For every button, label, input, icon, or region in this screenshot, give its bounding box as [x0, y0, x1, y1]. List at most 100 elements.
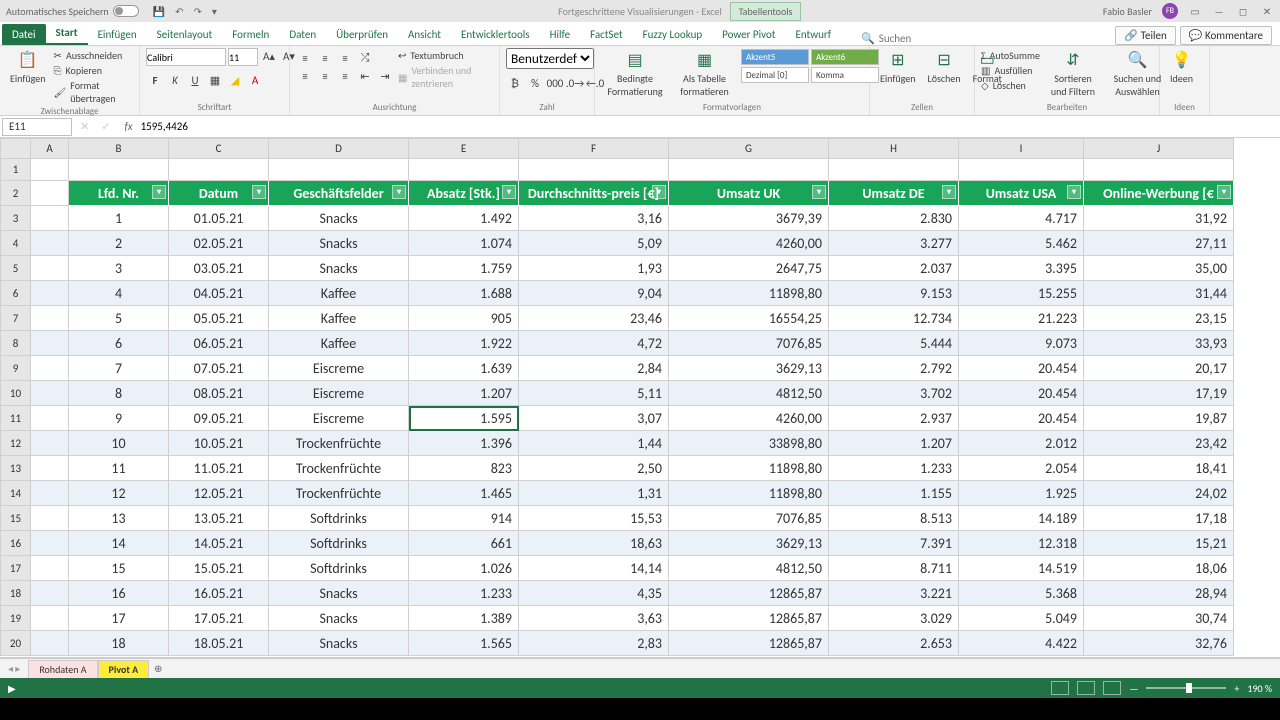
col-header-B[interactable]: B	[69, 139, 169, 159]
cell-A4[interactable]	[31, 231, 69, 256]
cell-empty[interactable]	[829, 159, 959, 181]
cell-datum[interactable]: 11.05.21	[169, 456, 269, 481]
worksheet-grid[interactable]: ABCDEFGHIJ12Lfd. Nr.▾Datum▾Geschäftsfeld…	[0, 138, 1280, 658]
cell-umsatz-de[interactable]: 12.734	[829, 306, 959, 331]
cell-absatz[interactable]: 1.074	[409, 231, 519, 256]
cell-geschaeft[interactable]: Snacks	[269, 231, 409, 256]
cell-geschaeft[interactable]: Softdrinks	[269, 506, 409, 531]
cell-umsatz-uk[interactable]: 4260,00	[669, 406, 829, 431]
cell-umsatz-de[interactable]: 2.037	[829, 256, 959, 281]
close-icon[interactable]: ✕	[1260, 5, 1274, 18]
zoom-slider[interactable]	[1146, 687, 1226, 689]
cell-online-werbung[interactable]: 23,15	[1084, 306, 1234, 331]
share-button[interactable]: 🔗 Teilen	[1115, 26, 1175, 45]
cell-A3[interactable]	[31, 206, 69, 231]
tab-view[interactable]: Ansicht	[398, 24, 451, 45]
cell-absatz[interactable]: 1.688	[409, 281, 519, 306]
cell-umsatz-de[interactable]: 1.233	[829, 456, 959, 481]
cell-preis[interactable]: 5,11	[519, 381, 669, 406]
cell-datum[interactable]: 09.05.21	[169, 406, 269, 431]
col-header-C[interactable]: C	[169, 139, 269, 159]
row-header-18[interactable]: 18	[1, 581, 31, 606]
cell-umsatz-de[interactable]: 2.792	[829, 356, 959, 381]
row-header-9[interactable]: 9	[1, 356, 31, 381]
cell-empty[interactable]	[1084, 159, 1234, 181]
cell-umsatz-uk[interactable]: 3679,39	[669, 206, 829, 231]
add-sheet-button[interactable]: ⊕	[149, 662, 167, 675]
row-header-11[interactable]: 11	[1, 406, 31, 431]
cell-umsatz-de[interactable]: 2.937	[829, 406, 959, 431]
cell-datum[interactable]: 15.05.21	[169, 556, 269, 581]
cut-button[interactable]: ✂Ausschneiden	[54, 48, 133, 63]
bold-button[interactable]: F	[146, 72, 164, 88]
cell-absatz[interactable]: 1.396	[409, 431, 519, 456]
align-center-icon[interactable]: ≡	[316, 68, 334, 84]
cell-preis[interactable]: 2,84	[519, 356, 669, 381]
cell-lfdnr[interactable]: 13	[69, 506, 169, 531]
cell-preis[interactable]: 18,63	[519, 531, 669, 556]
font-size-input[interactable]	[228, 48, 258, 66]
view-break-icon[interactable]	[1103, 681, 1121, 695]
cell-lfdnr[interactable]: 12	[69, 481, 169, 506]
cell-geschaeft[interactable]: Trockenfrüchte	[269, 431, 409, 456]
indent-inc-icon[interactable]: ⇥	[376, 68, 394, 84]
cell-A8[interactable]	[31, 331, 69, 356]
cell-lfdnr[interactable]: 8	[69, 381, 169, 406]
cell-absatz[interactable]: 1.026	[409, 556, 519, 581]
cell-empty[interactable]	[959, 159, 1084, 181]
indent-dec-icon[interactable]: ⇤	[356, 68, 374, 84]
cell-A15[interactable]	[31, 506, 69, 531]
tab-formulas[interactable]: Formeln	[222, 24, 279, 45]
cell-datum[interactable]: 18.05.21	[169, 631, 269, 656]
cell-datum[interactable]: 02.05.21	[169, 231, 269, 256]
delete-cells-button[interactable]: ⊟Löschen	[924, 48, 965, 87]
cell-online-werbung[interactable]: 20,17	[1084, 356, 1234, 381]
row-header-15[interactable]: 15	[1, 506, 31, 531]
cell-umsatz-usa[interactable]: 12.318	[959, 531, 1084, 556]
cell-geschaeft[interactable]: Kaffee	[269, 306, 409, 331]
cell-umsatz-de[interactable]: 3.277	[829, 231, 959, 256]
cell-absatz[interactable]: 823	[409, 456, 519, 481]
merge-button[interactable]: ▦Verbinden und zentrieren	[398, 63, 493, 91]
cell-A16[interactable]	[31, 531, 69, 556]
row-header-3[interactable]: 3	[1, 206, 31, 231]
align-middle-icon[interactable]: ≡	[316, 50, 334, 66]
cell-empty[interactable]	[669, 159, 829, 181]
format-painter-button[interactable]: 🖌Format übertragen	[54, 78, 133, 106]
cell-preis[interactable]: 9,04	[519, 281, 669, 306]
filter-dropdown-icon[interactable]: ▾	[812, 185, 826, 199]
cell-A18[interactable]	[31, 581, 69, 606]
cell-preis[interactable]: 15,53	[519, 506, 669, 531]
cell-umsatz-uk[interactable]: 2647,75	[669, 256, 829, 281]
row-header-13[interactable]: 13	[1, 456, 31, 481]
row-header-1[interactable]: 1	[1, 159, 31, 181]
number-format-select[interactable]: Benutzerdefiniert	[506, 48, 594, 69]
cell-preis[interactable]: 3,07	[519, 406, 669, 431]
align-bottom-icon[interactable]: ≡	[336, 50, 354, 66]
cell-preis[interactable]: 23,46	[519, 306, 669, 331]
cell-umsatz-uk[interactable]: 4812,50	[669, 381, 829, 406]
cell-absatz[interactable]: 1.639	[409, 356, 519, 381]
filter-dropdown-icon[interactable]: ▾	[942, 185, 956, 199]
col-header-H[interactable]: H	[829, 139, 959, 159]
cell-absatz[interactable]: 914	[409, 506, 519, 531]
cell-empty[interactable]	[519, 159, 669, 181]
save-icon[interactable]: 💾	[153, 5, 165, 18]
cell-lfdnr[interactable]: 16	[69, 581, 169, 606]
cell-lfdnr[interactable]: 14	[69, 531, 169, 556]
row-header-5[interactable]: 5	[1, 256, 31, 281]
cell-empty[interactable]	[31, 159, 69, 181]
cell-datum[interactable]: 14.05.21	[169, 531, 269, 556]
tab-help[interactable]: Hilfe	[540, 24, 580, 45]
select-all-corner[interactable]	[1, 139, 31, 159]
table-header[interactable]: Umsatz UK▾	[669, 181, 829, 206]
cell-lfdnr[interactable]: 3	[69, 256, 169, 281]
cell-geschaeft[interactable]: Snacks	[269, 206, 409, 231]
wrap-text-button[interactable]: ↩Textumbruch	[398, 48, 493, 63]
cell-umsatz-usa[interactable]: 5.049	[959, 606, 1084, 631]
zoom-out-icon[interactable]: —	[1129, 682, 1138, 695]
inc-decimal-icon[interactable]: .0→	[566, 75, 584, 91]
zoom-in-icon[interactable]: +	[1234, 682, 1239, 695]
tab-fuzzy[interactable]: Fuzzy Lookup	[633, 24, 713, 45]
cell-datum[interactable]: 10.05.21	[169, 431, 269, 456]
